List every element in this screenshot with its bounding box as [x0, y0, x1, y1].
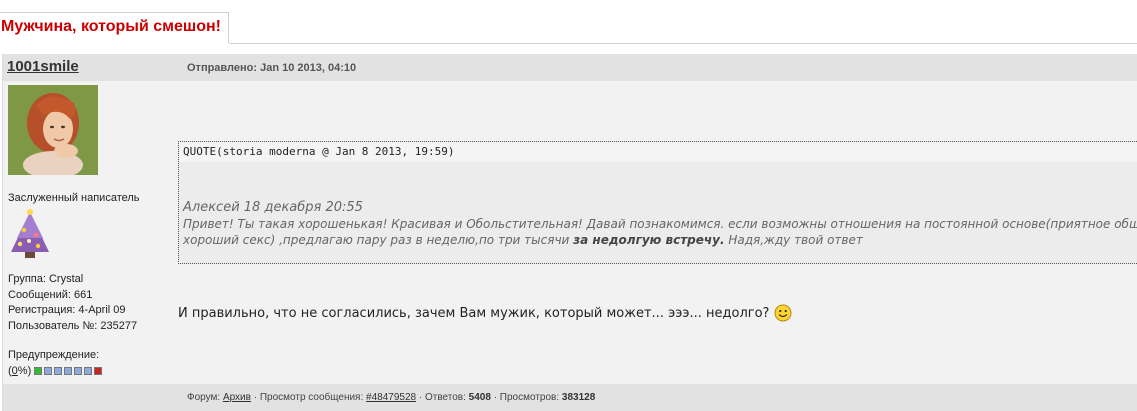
member-number: Пользователь №: 235277	[8, 319, 138, 332]
quote-header: QUOTE(storia moderna @ Jan 8 2013, 19:59…	[179, 142, 1137, 162]
post-body: И правильно, что не согласились, зачем В…	[178, 304, 792, 322]
quote-line: хороший секс) ,предлагаю пару раз в неде…	[183, 232, 1137, 248]
member-messages: Сообщений: 661	[8, 288, 93, 301]
warning-bar	[34, 367, 104, 375]
posted-date: Отправлено: Jan 10 2013, 04:10	[187, 62, 357, 74]
replies-count: 5408	[468, 392, 491, 403]
quote-text: хороший секс) ,предлагаю пару раз в неде…	[183, 233, 574, 247]
quote-line: Привет! Ты такая хорошенькая! Красивая и…	[183, 217, 1137, 231]
quote-block: QUOTE(storia moderna @ Jan 8 2013, 19:59…	[178, 141, 1137, 264]
footer-views-label: · Просмотров:	[490, 392, 562, 403]
warning-box	[54, 367, 63, 375]
footer-view-label: · Просмотр сообщения:	[250, 392, 367, 403]
quote-bold-text: за недолгую встречу.	[573, 233, 725, 247]
warning-box	[64, 367, 73, 375]
warning-level: (0%)	[8, 365, 104, 377]
warning-close: %)	[17, 365, 32, 377]
forum-link[interactable]: Архив	[223, 392, 251, 403]
warning-box	[34, 367, 43, 375]
footer-replies-label: · Ответов:	[416, 392, 469, 403]
message-link[interactable]: #48479528	[366, 392, 416, 403]
quote-body: Алексей 18 декабря 20:55 Привет! Ты така…	[183, 200, 1137, 248]
warning-box	[84, 367, 93, 375]
smiley-icon	[774, 304, 792, 322]
member-registered: Регистрация: 4-April 09	[8, 304, 126, 316]
quote-line: Алексей 18 декабря 20:55	[183, 200, 363, 215]
warning-box	[44, 367, 53, 375]
member-group: Группа: Crystal	[8, 273, 84, 285]
member-info: Группа: Crystal Сообщений: 661 Регистрац…	[8, 272, 137, 334]
post-text: И правильно, что не согласились, зачем В…	[178, 305, 770, 321]
warning-box	[94, 367, 103, 375]
tab-divider	[229, 43, 1137, 44]
avatar	[8, 85, 98, 175]
author-link[interactable]: 1001smile	[7, 58, 79, 75]
member-rank: Заслуженный написатель	[8, 192, 140, 204]
quote-text: Надя,жду твой ответ	[724, 233, 863, 247]
views-count: 383128	[561, 392, 596, 403]
post-footer: Форум: Архив · Просмотр сообщения: #4847…	[3, 384, 1137, 411]
warning-label: Предупреждение:	[8, 349, 100, 361]
post: 1001smile Отправлено: Jan 10 2013, 04:10…	[2, 54, 1137, 411]
topic-title: Мужчина, который смешон!	[1, 18, 221, 35]
warning-box	[74, 367, 83, 375]
post-header: 1001smile Отправлено: Jan 10 2013, 04:10	[3, 54, 1137, 81]
footer-forum-label: Форум:	[187, 392, 223, 403]
christmas-tree-rank-icon	[7, 208, 53, 260]
